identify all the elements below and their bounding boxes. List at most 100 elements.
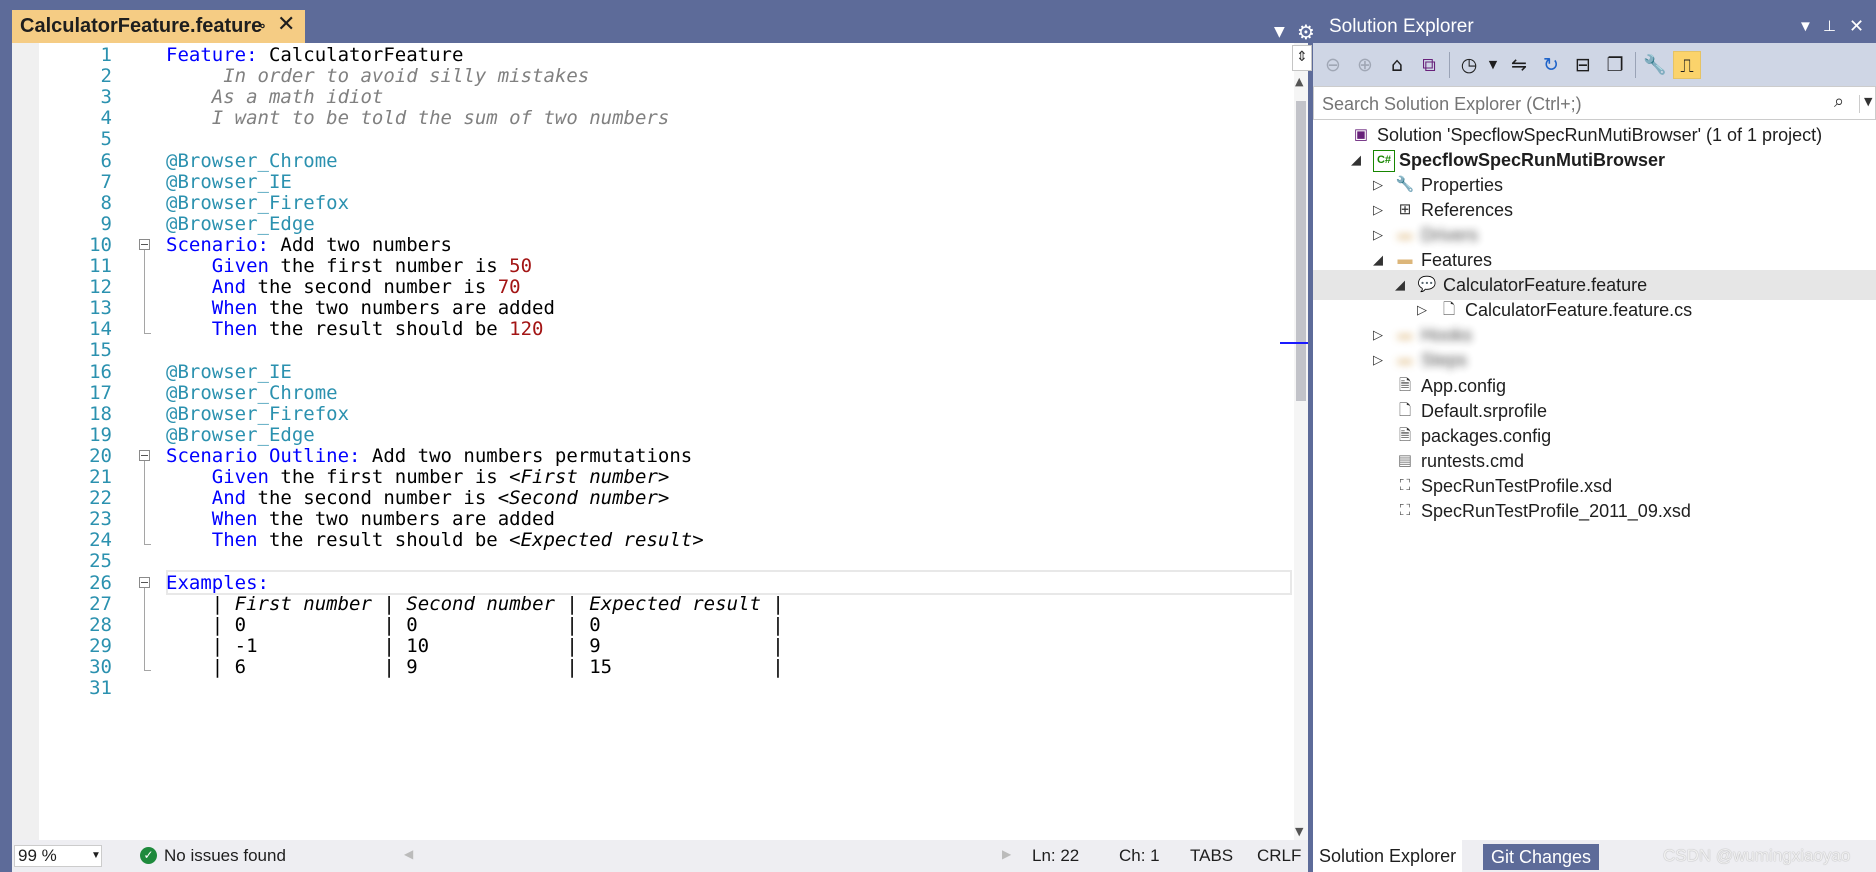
scroll-right-icon[interactable]: ▶ [1002, 847, 1011, 861]
sync-with-document-icon[interactable]: ⇋ [1505, 51, 1533, 79]
code-token: 120 [509, 318, 544, 340]
close-icon[interactable]: ✕ [1849, 10, 1864, 43]
editor-status-bar: 99 % ▼ ✓ No issues found ◀ ▶ Ln: 22 Ch: … [12, 840, 1308, 872]
zoom-dropdown[interactable]: 99 % ▼ [14, 845, 102, 867]
document-tab[interactable]: CalculatorFeature.feature ⊸ ✕ [12, 10, 305, 43]
code-token: Examples: [166, 572, 269, 594]
close-icon[interactable]: ✕ [277, 12, 295, 37]
code-token: @Browser_Edge [166, 424, 315, 446]
indent-status[interactable]: TABS [1190, 846, 1233, 866]
chevron-down-icon[interactable]: ▼ [1859, 95, 1872, 113]
config-file-icon: 🗎 [1398, 377, 1412, 394]
back-icon[interactable]: ⊖ [1319, 51, 1347, 79]
code-token: the result should be [268, 318, 510, 340]
code-area[interactable]: 1 Feature: CalculatorFeature 2 In order to… [42, 43, 1292, 840]
code-token: | 0 | 0 | 0 | [166, 614, 784, 636]
split-editor-icon[interactable]: ⇕ [1292, 45, 1312, 71]
pin-icon[interactable]: ⊥ [1823, 10, 1836, 43]
scroll-up-icon[interactable]: ▲ [1295, 75, 1303, 88]
chevron-down-icon[interactable]: ▼ [1798, 10, 1813, 43]
wrench-icon[interactable]: 🔧 [1641, 51, 1669, 79]
line-number: 31 [89, 677, 112, 699]
tab-dropdown-icon[interactable]: ▼ [1274, 24, 1285, 40]
code-editor[interactable]: 1 Feature: CalculatorFeature 2 In order to… [12, 43, 1312, 840]
folder-icon: ▬ [1397, 326, 1413, 343]
cs-file-icon: 🗋 [1442, 301, 1456, 318]
code-token: Scenario Outline: [166, 445, 372, 467]
scroll-left-icon[interactable]: ◀ [404, 847, 413, 861]
code-token: <Second number> [497, 487, 670, 509]
tree-item-label: SpecRunTestProfile_2011_09.xsd [1421, 501, 1691, 521]
xsd-file-icon: ⛶ [1399, 477, 1411, 494]
document-tab-bar: CalculatorFeature.feature ⊸ ✕ ▼ ⚙ [12, 10, 1315, 44]
refresh-icon[interactable]: ↻ [1537, 51, 1565, 79]
code-token: @Browser_IE [166, 171, 292, 193]
switch-views-icon[interactable]: ⧉ [1415, 51, 1443, 79]
code-token: the first number is [280, 466, 510, 488]
tree-item[interactable]: ⛶ SpecRunTestProfile_2011_09.xsd [1313, 496, 1876, 526]
code-token: 70 [497, 276, 521, 298]
show-all-files-icon[interactable]: ❐ [1601, 51, 1629, 79]
code-token: Feature: [166, 44, 269, 66]
code-token: | [166, 593, 235, 615]
code-token: When [166, 508, 269, 530]
code-line[interactable]: 31 [42, 676, 1292, 701]
code-token: Add two numbers [280, 234, 452, 256]
tab-git-changes[interactable]: Git Changes [1483, 844, 1600, 870]
home-icon[interactable]: ⌂ [1383, 51, 1411, 79]
solution-explorer-panel: Solution Explorer ▼ ⊥ ✕ ⊖ ⊕ ⌂ ⧉ ◷ ▼ ⇋ ↻ … [1313, 10, 1876, 872]
code-token: @Browser_Firefox [166, 192, 350, 214]
code-token: In order to avoid silly mistakes [166, 65, 590, 87]
vertical-scrollbar[interactable]: ⇕ ▲ ▼ [1280, 43, 1312, 840]
code-token: | [760, 593, 784, 615]
search-icon[interactable]: ⌕ [1834, 91, 1844, 112]
collapse-all-icon[interactable]: ⊟ [1569, 51, 1597, 79]
code-token: the second number is [257, 276, 498, 298]
chevron-down-icon[interactable]: ▼ [1479, 51, 1507, 79]
editor-pane: CalculatorFeature.feature ⊸ ✕ ▼ ⚙ 1 Featu… [0, 0, 1315, 872]
code-token: | 6 | 9 | 15 | [166, 656, 784, 678]
code-token: Second number [406, 593, 555, 615]
code-token: Scenario: [166, 234, 281, 256]
collapse-toggle-icon[interactable] [139, 239, 150, 250]
code-token: And [166, 276, 258, 298]
line-ending-status[interactable]: CRLF [1257, 846, 1301, 866]
code-token: As a math idiot [166, 86, 384, 108]
wrench-icon: 🔧 [1395, 176, 1415, 193]
line-number-status[interactable]: Ln: 22 [1032, 846, 1079, 866]
check-circle-icon: ✓ [140, 847, 157, 864]
code-token: <Expected result> [509, 529, 704, 551]
config-file-icon: 🗎 [1398, 427, 1412, 444]
code-token: the two numbers are added [268, 297, 555, 319]
code-token: @Browser_Chrome [166, 150, 338, 172]
forward-icon[interactable]: ⊕ [1351, 51, 1379, 79]
column-status[interactable]: Ch: 1 [1119, 846, 1160, 866]
code-token: Then [166, 318, 269, 340]
code-token: Then [166, 529, 269, 551]
chevron-down-icon[interactable]: ▼ [91, 846, 101, 866]
tab-solution-explorer[interactable]: Solution Explorer [1313, 840, 1463, 872]
collapse-toggle-icon[interactable] [139, 450, 150, 461]
code-token: Expected result [589, 593, 761, 615]
code-token: <First number> [509, 466, 670, 488]
issues-status[interactable]: No issues found [164, 846, 286, 866]
code-token: And [166, 487, 258, 509]
code-token: First number [234, 593, 372, 615]
pin-icon[interactable]: ⊸ [252, 16, 265, 35]
file-icon: 🗋 [1398, 402, 1412, 419]
feature-file-icon: 💬 [1417, 276, 1437, 293]
code-token: When [166, 297, 269, 319]
code-token: @Browser_Edge [166, 213, 315, 235]
scroll-down-icon[interactable]: ▼ [1295, 825, 1303, 838]
collapse-toggle-icon[interactable] [139, 577, 150, 588]
code-token: Given [166, 255, 281, 277]
search-input[interactable] [1320, 90, 1824, 118]
solution-tree: ▣ Solution 'SpecflowSpecRunMutiBrowser' (… [1313, 120, 1876, 840]
document-tab-label: CalculatorFeature.feature [20, 15, 263, 37]
cmd-file-icon: ▤ [1397, 452, 1413, 469]
code-token: the result should be [268, 529, 510, 551]
xsd-file-icon: ⛶ [1399, 502, 1411, 519]
scroll-thumb[interactable] [1296, 101, 1306, 401]
preview-selected-items-icon[interactable]: ⎍ [1673, 51, 1701, 79]
panel-title: Solution Explorer [1329, 16, 1474, 37]
